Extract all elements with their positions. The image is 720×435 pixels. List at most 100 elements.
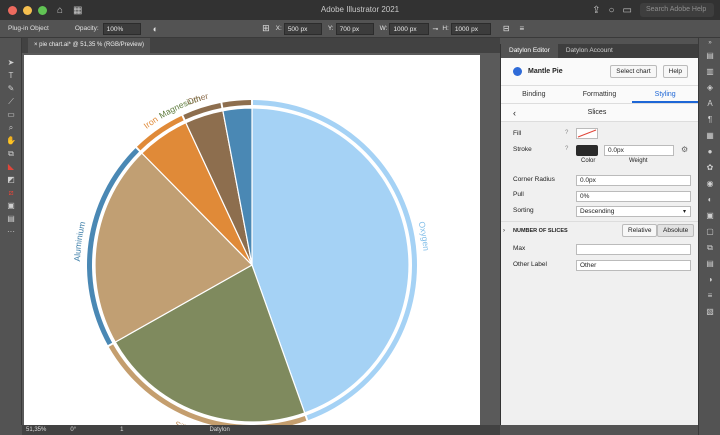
help-button[interactable]: Help (662, 65, 688, 78)
type-tool-icon[interactable]: T (0, 69, 22, 82)
stroke-help-icon[interactable]: ? (565, 146, 568, 152)
document-tab[interactable]: × pie chart.ai* @ 51,35 % (RGB/Preview) (28, 38, 150, 53)
transparency-icon[interactable]: ◑ (699, 272, 720, 288)
pull-field[interactable]: 0% (576, 191, 691, 202)
rotation-value[interactable]: 0° (70, 427, 76, 433)
status-plugin: Datylon (209, 427, 230, 433)
select-chart-button[interactable]: Select chart (610, 65, 657, 78)
number-of-slices-label: NUMBER OF SLICES (513, 228, 568, 234)
artboard[interactable]: OxygenSiliconAluminiumIronMagnesiumOther (24, 55, 480, 435)
x-label: X: (275, 25, 282, 32)
share-icon[interactable]: ⇪ (592, 5, 600, 16)
layers-icon[interactable]: ◈ (699, 80, 720, 96)
sorting-select[interactable]: Descending ▾ (576, 206, 691, 217)
fill-stroke-icon[interactable]: ◩ (0, 173, 22, 186)
screen-mode-icon[interactable]: ▤ (0, 212, 22, 225)
reference-point-icon[interactable]: ⊞ (262, 23, 270, 34)
more-tools-icon[interactable]: ··· (0, 225, 22, 238)
other-label-field[interactable]: Other (576, 260, 691, 271)
datylon-panel-icon[interactable]: ▧ (699, 304, 720, 320)
section-title: Slices (587, 109, 607, 116)
workspace-layout-icon[interactable]: ▦ (73, 5, 82, 16)
x-field[interactable]: 500 px (283, 22, 322, 35)
chevron-down-icon: ▾ (682, 209, 686, 215)
collapse-arrow-icon[interactable]: › (503, 228, 505, 234)
link-proportions-icon[interactable]: ⊸ (432, 25, 438, 33)
symbols-icon[interactable]: ✿ (699, 160, 720, 176)
sorting-value: Descending (580, 208, 615, 215)
divider (501, 221, 699, 222)
tab-datylon-account[interactable]: Datylon Account (558, 44, 621, 58)
brushes-icon[interactable]: ● (699, 144, 720, 160)
tab-binding[interactable]: Binding (501, 86, 567, 103)
zoom-level[interactable]: 51,35% (26, 427, 46, 433)
gradient-icon[interactable]: ▤ (699, 256, 720, 272)
pie-chart[interactable]: OxygenSiliconAluminiumIronMagnesiumOther (24, 55, 480, 435)
home-icon[interactable]: ⌂ (57, 5, 63, 16)
w-field[interactable]: 1000 px (389, 22, 430, 35)
collapse-panels-icon[interactable]: » (699, 38, 720, 48)
control-bar: Plug-in Object Opacity: 100% ◐ ⊞ X: 500 … (0, 20, 720, 38)
align-icon[interactable]: ▣ (699, 208, 720, 224)
artboard-number[interactable]: 1 (120, 427, 123, 433)
hand-tool-icon[interactable]: ✋ (0, 134, 22, 147)
stroke-panel-icon[interactable]: ≡ (699, 288, 720, 304)
panel-menu-icon[interactable]: ≡ (520, 24, 525, 33)
zoom-tool-icon[interactable]: ⌕ (0, 121, 22, 134)
properties-icon[interactable]: ▤ (699, 48, 720, 64)
title-bar: ⌂ ▦ Adobe Illustrator 2021 ⇪ ○ ▭ Search … (0, 0, 720, 20)
datylon-tool-icon[interactable]: ◣ (0, 160, 22, 173)
minimize-window-button[interactable] (23, 5, 32, 15)
help-search-input[interactable]: Search Adobe Help (640, 3, 714, 17)
relative-button[interactable]: Relative (622, 224, 658, 237)
sorting-label: Sorting (513, 207, 534, 214)
h-field[interactable]: 1000 px (450, 22, 491, 35)
object-type-label: Plug-in Object (8, 25, 49, 32)
paintbrush-tool-icon[interactable]: ✎ (0, 82, 22, 95)
paragraph-icon[interactable]: ¶ (699, 112, 720, 128)
no-fill-icon[interactable]: ⧄ (0, 186, 22, 199)
absolute-button[interactable]: Absolute (657, 224, 695, 237)
draw-mode-icon[interactable]: ▣ (0, 199, 22, 212)
close-window-button[interactable] (8, 5, 17, 15)
slice-label-aluminium: Aluminium (72, 220, 87, 261)
pathfinder-icon[interactable]: ⧉ (699, 240, 720, 256)
tab-styling[interactable]: Styling (632, 86, 699, 103)
settings-icon[interactable]: ⚙ (681, 145, 688, 154)
stroke-weight-field[interactable]: 0.0px (604, 145, 674, 156)
transform-icon[interactable]: ⊟ (503, 24, 510, 33)
y-field[interactable]: 700 px (335, 22, 374, 35)
weight-caption: Weight (629, 158, 648, 164)
slice-label-oxygen: Oxygen (417, 220, 432, 251)
character-icon[interactable]: A (699, 96, 720, 112)
appearance-icon[interactable]: ◐ (699, 192, 720, 208)
title-bar-right: ⇪ ○ ▭ Search Adobe Help (592, 3, 714, 17)
tab-datylon-editor[interactable]: Datylon Editor (501, 44, 558, 58)
status-bar: 51,35% 0° 1 Datylon (22, 425, 500, 435)
arrange-documents-icon[interactable]: ▭ (623, 5, 632, 16)
document-tab-label: pie chart.ai* @ 51,35 % (RGB/Preview) (39, 42, 144, 48)
fill-swatch[interactable] (576, 128, 598, 139)
section-header: ‹ Slices (501, 104, 698, 122)
styling-form: Fill ? Stroke ? 0.0px ⚙ Color Weight Cor… (501, 124, 699, 425)
graphic-styles-icon[interactable]: ◉ (699, 176, 720, 192)
fill-help-icon[interactable]: ? (565, 130, 568, 136)
tab-formatting[interactable]: Formatting (567, 86, 633, 103)
tools-panel: ➤ T ✎ ⟋ ▭ ⌕ ✋ ⧉ ◣ ◩ ⧄ ▣ ▤ ··· (0, 38, 22, 425)
discover-icon[interactable]: ○ (609, 5, 615, 16)
swatches-icon[interactable]: ▦ (699, 128, 720, 144)
chart-name: Mantle Pie (528, 68, 563, 75)
max-field[interactable] (576, 244, 691, 255)
pull-label: Pull (513, 191, 524, 198)
rectangle-tool-icon[interactable]: ▭ (0, 108, 22, 121)
selection-tool-icon[interactable]: ➤ (0, 56, 22, 69)
libraries-icon[interactable]: ▥ (699, 64, 720, 80)
zoom-window-button[interactable] (38, 5, 47, 15)
recolor-icon[interactable]: ◐ (153, 24, 158, 34)
stroke-color-swatch[interactable] (576, 145, 598, 156)
corner-radius-field[interactable]: 0.0px (576, 175, 691, 186)
transform-panel-icon[interactable]: ▢ (699, 224, 720, 240)
opacity-field[interactable]: 100% (102, 22, 141, 35)
artboard-tool-icon[interactable]: ⧉ (0, 147, 22, 160)
eyedropper-tool-icon[interactable]: ⟋ (0, 95, 22, 108)
